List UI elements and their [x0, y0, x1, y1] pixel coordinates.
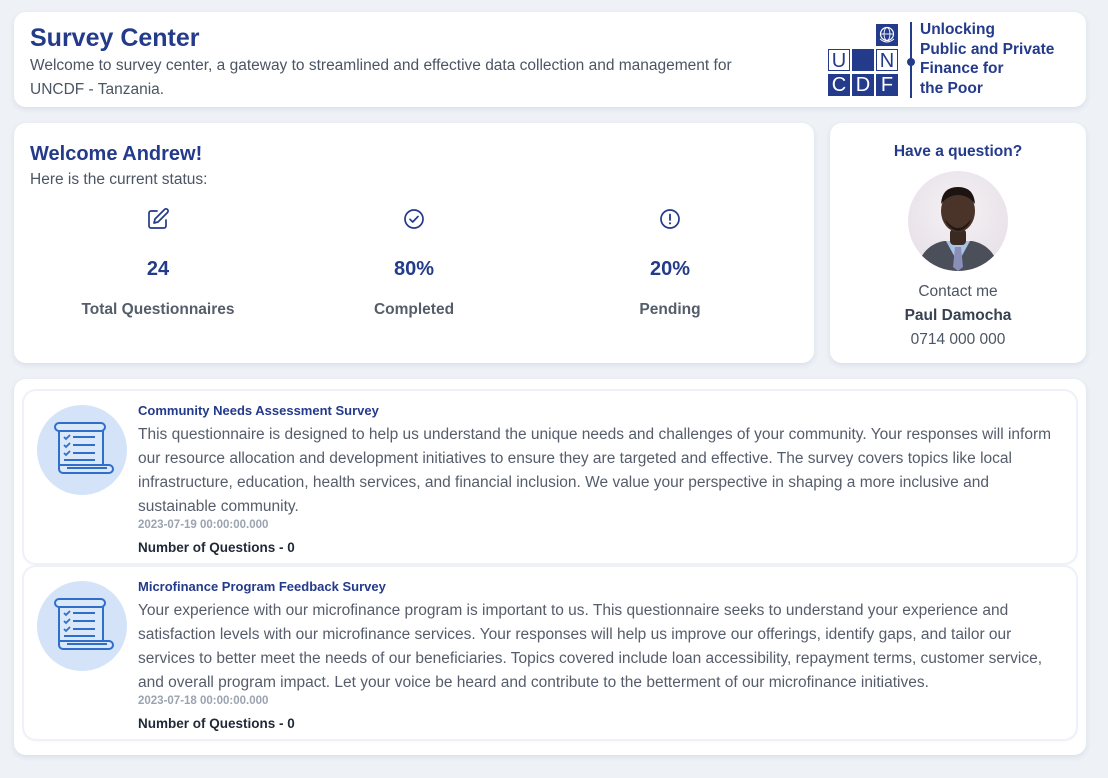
survey-list: Community Needs Assessment Survey This q…: [14, 379, 1086, 755]
status-caption: Here is the current status:: [30, 171, 208, 188]
logo-letter-c: C: [828, 74, 850, 96]
logo-letter-d: D: [852, 74, 874, 96]
status-card: Welcome Andrew! Here is the current stat…: [14, 123, 814, 363]
survey-question-count: Number of Questions - 0: [138, 540, 295, 555]
survey-title[interactable]: Community Needs Assessment Survey: [138, 403, 379, 418]
logo-tagline-line: Public and Private: [920, 40, 1055, 58]
edit-icon: [148, 208, 169, 229]
logo-tagline-line: Unlocking: [920, 21, 995, 38]
stat-completed: 80% Completed: [314, 207, 514, 319]
stat-value: 80%: [393, 258, 435, 280]
contact-name: Paul Damocha: [904, 307, 1012, 324]
logo-letter-f: F: [876, 74, 898, 96]
survey-date: 2023-07-18 00:00:00.000: [138, 695, 269, 707]
welcome-greeting: Welcome Andrew!: [30, 143, 203, 165]
stat-label: Completed: [373, 301, 455, 318]
logo-tagline: Unlocking Public and Private Finance for…: [920, 20, 1070, 98]
stat-value: 24: [146, 258, 170, 280]
survey-question-count: Number of Questions - 0: [138, 716, 295, 731]
check-circle-icon: [404, 209, 424, 229]
logo-letter-u: U: [828, 49, 850, 72]
contact-heading: Have a question?: [893, 143, 1023, 160]
logo-tagline-line: Finance for: [920, 60, 1004, 77]
questionnaire-icon: [37, 405, 127, 495]
contact-phone[interactable]: 0714 000 000: [830, 331, 1086, 349]
survey-description: Your experience with our microfinance pr…: [138, 602, 1043, 691]
stat-value: 20%: [649, 258, 691, 280]
survey-card-microfinance-feedback[interactable]: Microfinance Program Feedback Survey You…: [24, 567, 1076, 739]
logo-letter-u-fill: [852, 49, 874, 71]
stat-label: Total Questionnaires: [81, 301, 235, 318]
logo-letter-n: N: [876, 49, 898, 72]
avatar: [908, 171, 1008, 271]
survey-title[interactable]: Microfinance Program Feedback Survey: [138, 579, 386, 594]
page-subtitle: Welcome to survey center, a gateway to s…: [30, 57, 732, 98]
questionnaire-icon: [37, 581, 127, 671]
logo-dot: [907, 58, 915, 66]
survey-description: This questionnaire is designed to help u…: [138, 426, 1052, 515]
survey-card-community-needs[interactable]: Community Needs Assessment Survey This q…: [24, 391, 1076, 563]
stat-label: Pending: [639, 301, 701, 318]
header-card: Survey Center Welcome to survey center, …: [14, 12, 1086, 107]
uncdf-logo: U N C D F Unlocking Public and Private F…: [826, 21, 1066, 98]
contact-caption: Contact me: [918, 283, 998, 300]
survey-date: 2023-07-19 00:00:00.000: [138, 519, 269, 531]
un-emblem-icon: [876, 24, 898, 46]
stat-pending: 20% Pending: [570, 207, 770, 319]
logo-tagline-line: the Poor: [920, 79, 983, 97]
page-title: Survey Center: [30, 24, 200, 52]
stat-total-questionnaires: 24 Total Questionnaires: [58, 207, 258, 319]
contact-card: Have a question? Contact me Paul Damocha…: [830, 123, 1086, 363]
alert-circle-icon: [660, 209, 680, 229]
